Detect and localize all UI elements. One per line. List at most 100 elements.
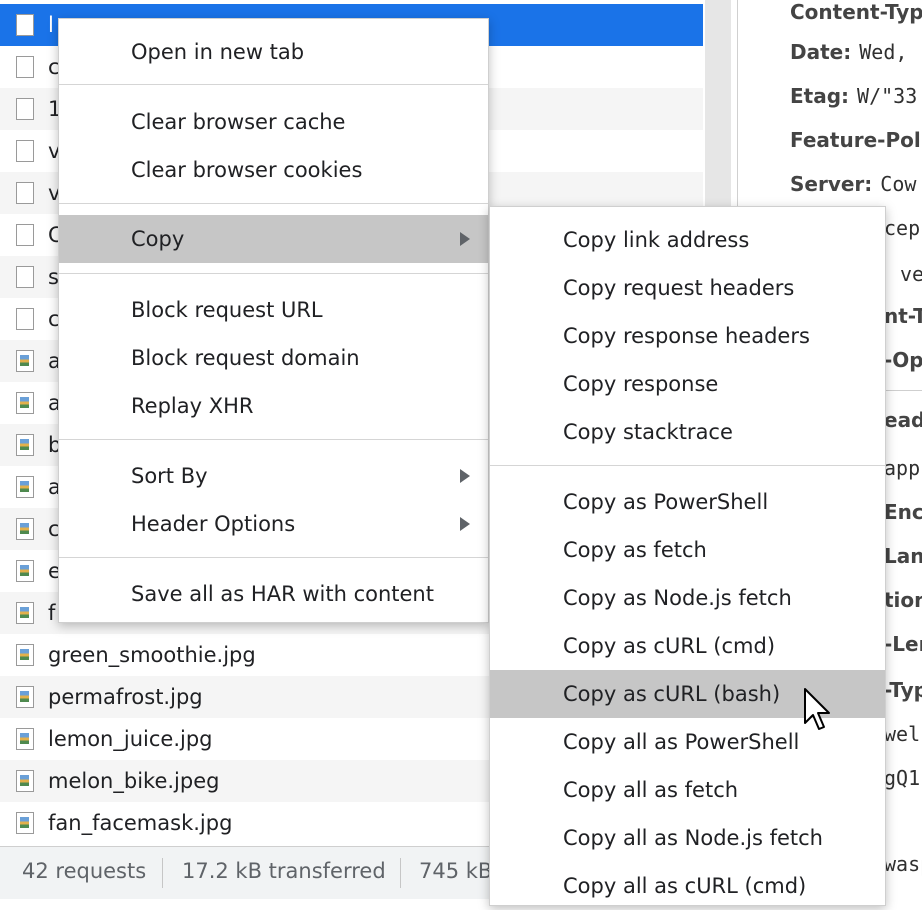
- menu-item-copy-response[interactable]: Copy response: [490, 360, 885, 408]
- menu-item-label: Copy stacktrace: [563, 420, 733, 444]
- menu-item-clear-cache[interactable]: Clear browser cache: [59, 98, 488, 146]
- context-menu: Open in new tab Clear browser cache Clea…: [58, 18, 489, 623]
- request-name: f: [48, 601, 56, 625]
- header-value: Cow: [880, 172, 917, 196]
- status-divider: [162, 858, 163, 888]
- menu-item-block-domain[interactable]: Block request domain: [59, 334, 488, 382]
- request-name: l: [48, 13, 54, 37]
- menu-item-copy-as-curl-cmd[interactable]: Copy as cURL (cmd): [490, 622, 885, 670]
- menu-item-label: Copy as PowerShell: [563, 490, 769, 514]
- header-fragment: tion:: [884, 588, 922, 612]
- header-row-server: Server: Cow: [790, 172, 916, 196]
- menu-item-copy-request-headers[interactable]: Copy request headers: [490, 264, 885, 312]
- header-fragment: wasp: [884, 852, 922, 876]
- menu-item-label: Copy as cURL (cmd): [563, 634, 776, 658]
- menu-item-label: Copy as fetch: [563, 538, 707, 562]
- image-icon: [16, 518, 34, 540]
- submenu-arrow-icon: [460, 517, 470, 531]
- mouse-pointer-icon: [804, 688, 830, 730]
- header-fragment: cep: [884, 216, 921, 240]
- resources-size: 745 kB: [419, 859, 493, 883]
- request-name: fan_facemask.jpg: [48, 811, 233, 835]
- menu-item-open-new-tab[interactable]: Open in new tab: [59, 28, 488, 76]
- request-name: permafrost.jpg: [48, 685, 203, 709]
- menu-item-replay-xhr[interactable]: Replay XHR: [59, 382, 488, 430]
- menu-item-copy-all-fetch[interactable]: Copy all as fetch: [490, 766, 885, 814]
- menu-item-clear-cookies[interactable]: Clear browser cookies: [59, 146, 488, 194]
- document-icon: [16, 308, 34, 330]
- header-name: Etag:: [790, 84, 850, 108]
- request-name: green_smoothie.jpg: [48, 643, 256, 667]
- header-fragment: gQ1: [884, 766, 921, 790]
- menu-separator: [59, 203, 488, 204]
- document-icon: [16, 140, 34, 162]
- image-icon: [16, 644, 34, 666]
- submenu-arrow-icon: [460, 232, 470, 246]
- header-name: Date:: [790, 40, 852, 64]
- menu-item-label: Copy link address: [563, 228, 750, 252]
- header-row-etag: Etag: W/"33: [790, 84, 917, 108]
- menu-item-label: Block request URL: [131, 298, 323, 322]
- copy-submenu: Copy link address Copy request headers C…: [489, 206, 886, 906]
- menu-separator: [59, 84, 488, 85]
- requests-count: 42 requests: [22, 859, 147, 883]
- menu-item-copy-as-fetch[interactable]: Copy as fetch: [490, 526, 885, 574]
- menu-separator: [59, 273, 488, 274]
- menu-item-copy-stacktrace[interactable]: Copy stacktrace: [490, 408, 885, 456]
- menu-item-label: Header Options: [131, 512, 296, 536]
- menu-item-label: Copy as cURL (bash): [563, 682, 781, 706]
- menu-item-copy-response-headers[interactable]: Copy response headers: [490, 312, 885, 360]
- image-icon: [16, 602, 34, 624]
- image-icon: [16, 350, 34, 372]
- header-fragment: ead: [884, 408, 922, 432]
- menu-item-copy-all-node-fetch[interactable]: Copy all as Node.js fetch: [490, 814, 885, 862]
- header-fragment: app: [884, 456, 921, 480]
- menu-item-copy[interactable]: Copy: [59, 215, 488, 263]
- header-value: Wed,: [859, 40, 908, 64]
- request-name: melon_bike.jpeg: [48, 769, 220, 793]
- image-icon: [16, 686, 34, 708]
- image-icon: [16, 728, 34, 750]
- menu-item-label: Replay XHR: [131, 394, 254, 418]
- header-fragment: ve: [900, 262, 922, 286]
- menu-item-label: Open in new tab: [131, 40, 305, 64]
- header-fragment: wel: [884, 722, 921, 746]
- header-fragment: -Op: [884, 348, 922, 372]
- status-divider: [400, 858, 401, 888]
- menu-item-label: Copy response: [563, 372, 719, 396]
- menu-item-label: Copy response headers: [563, 324, 810, 348]
- menu-item-label: Copy all as Node.js fetch: [563, 826, 823, 850]
- image-icon: [16, 434, 34, 456]
- document-icon: [16, 266, 34, 288]
- menu-item-label: Clear browser cookies: [131, 158, 363, 182]
- menu-item-copy-as-powershell[interactable]: Copy as PowerShell: [490, 478, 885, 526]
- image-icon: [16, 392, 34, 414]
- menu-item-block-url[interactable]: Block request URL: [59, 286, 488, 334]
- document-icon: [16, 56, 34, 78]
- document-icon: [16, 224, 34, 246]
- document-icon: [16, 98, 34, 120]
- header-fragment: -Len: [884, 632, 922, 656]
- headers-divider: [884, 390, 922, 391]
- menu-separator: [490, 465, 885, 466]
- image-icon: [16, 476, 34, 498]
- menu-item-label: Save all as HAR with content: [131, 582, 434, 606]
- menu-item-label: Copy request headers: [563, 276, 795, 300]
- header-row-content-type: Content-Typ: [790, 0, 922, 24]
- menu-item-save-har[interactable]: Save all as HAR with content: [59, 570, 488, 618]
- header-name: Content-Typ: [790, 0, 922, 24]
- menu-item-copy-all-curl-cmd[interactable]: Copy all as cURL (cmd): [490, 862, 885, 910]
- menu-item-header-options[interactable]: Header Options: [59, 500, 488, 548]
- document-icon: [16, 182, 34, 204]
- header-row-date: Date: Wed,: [790, 40, 907, 64]
- header-fragment: Lang: [884, 544, 922, 568]
- menu-item-copy-link-address[interactable]: Copy link address: [490, 216, 885, 264]
- header-fragment: nt-T: [884, 304, 922, 328]
- header-fragment: -Typ: [884, 678, 922, 702]
- menu-item-label: Sort By: [131, 464, 208, 488]
- menu-item-label: Copy all as PowerShell: [563, 730, 800, 754]
- menu-item-copy-as-node-fetch[interactable]: Copy as Node.js fetch: [490, 574, 885, 622]
- menu-item-sort-by[interactable]: Sort By: [59, 452, 488, 500]
- menu-item-label: Copy: [131, 227, 185, 251]
- menu-item-label: Block request domain: [131, 346, 360, 370]
